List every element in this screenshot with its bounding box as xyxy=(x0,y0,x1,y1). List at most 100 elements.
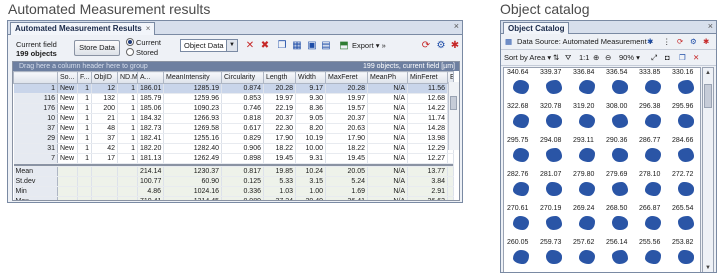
catalog-object[interactable]: 336.54 xyxy=(604,69,636,102)
table-row[interactable]: 1 New 1 12 1 186.01 1285.19 0.874 20.28 9.17 20.28… xyxy=(13,83,454,94)
catalog-object[interactable]: 266.87 xyxy=(637,205,669,238)
catalog-extra-icon[interactable]: ✱ xyxy=(703,34,709,49)
catalog-close-icon[interactable]: × xyxy=(708,21,713,31)
column-header[interactable]: MeanPh xyxy=(367,71,408,84)
catalog-object[interactable]: 319.20 xyxy=(571,103,603,136)
catalog-object[interactable]: 290.36 xyxy=(604,137,636,170)
image-icon[interactable]: ▣ xyxy=(306,40,318,52)
column-header[interactable]: ND.M xyxy=(117,71,138,84)
catalog-object[interactable]: 333.85 xyxy=(637,69,669,102)
export-menu[interactable]: Export ▾ » xyxy=(352,40,386,52)
table-row[interactable]: 37 New 1 48 1 182.73 1269.58 0.617 22.30 8.20 20.6… xyxy=(13,123,454,134)
options-icon[interactable]: ✱ xyxy=(449,40,461,52)
catalog-object[interactable]: 270.61 xyxy=(505,205,537,238)
zoom-percent-select[interactable]: 90% ▾ xyxy=(619,50,640,65)
results-tab[interactable]: Automated Measurement Results × xyxy=(10,22,156,35)
scroll-up-icon[interactable]: ▲ xyxy=(703,68,713,78)
column-header[interactable]: MeanIntensity xyxy=(163,71,222,84)
object-data-select[interactable]: Object Data ▼ xyxy=(180,39,238,52)
refresh-icon[interactable]: ⟳ xyxy=(420,40,432,52)
catalog-object[interactable]: 336.84 xyxy=(571,69,603,102)
tab-close-icon[interactable]: × xyxy=(146,24,151,33)
catalog-tab[interactable]: Object Catalog xyxy=(503,22,570,34)
catalog-object[interactable]: 260.05 xyxy=(505,239,537,272)
fit-icon[interactable]: ⤢ xyxy=(651,50,657,65)
data-source-select[interactable]: Data Source: Automated Measurement ▾ xyxy=(517,34,653,49)
catalog-object[interactable]: 253.82 xyxy=(670,239,700,272)
chart-icon[interactable]: ▦ xyxy=(291,40,303,52)
catalog-object[interactable]: 330.16 xyxy=(670,69,700,102)
delete-all-icon[interactable]: ✖ xyxy=(259,40,271,52)
catalog-more-icon[interactable]: ⋮ xyxy=(663,34,671,49)
column-header[interactable]: Length xyxy=(263,71,296,84)
scroll-down-icon[interactable]: ▼ xyxy=(703,263,713,272)
column-header[interactable]: A... xyxy=(137,71,164,84)
catalog-settings-icon[interactable]: ⚙ xyxy=(690,34,697,49)
table-row[interactable]: 31 New 1 42 1 182.20 1282.40 0.906 18.22 10.00 18.… xyxy=(13,143,454,154)
table-icon[interactable]: ▤ xyxy=(320,40,332,52)
filter-icon[interactable]: ⛛ xyxy=(565,50,571,65)
catalog-object[interactable]: 265.54 xyxy=(670,205,700,238)
catalog-object[interactable]: 339.37 xyxy=(538,69,570,102)
column-header[interactable]: ObjID xyxy=(91,71,118,84)
table-row[interactable]: 10 New 1 21 1 184.32 1266.93 0.818 20.37 9.05 20.3… xyxy=(13,113,454,124)
catalog-object[interactable]: 257.62 xyxy=(571,239,603,272)
column-header[interactable]: F... xyxy=(77,71,92,84)
zoom-ratio[interactable]: 1:1 xyxy=(579,50,589,65)
catalog-object[interactable]: 295.75 xyxy=(505,137,537,170)
column-header[interactable]: So... xyxy=(57,71,78,84)
catalog-object[interactable]: 296.38 xyxy=(637,103,669,136)
catalog-object[interactable]: 268.50 xyxy=(604,205,636,238)
results-scrollbar[interactable] xyxy=(448,82,459,150)
table-row[interactable]: 7 New 1 17 1 181.13 1262.49 0.898 19.45 9.31 19.45… xyxy=(13,153,454,164)
catalog-scroll-thumb[interactable] xyxy=(704,84,712,108)
catalog-object[interactable]: 272.72 xyxy=(670,171,700,204)
camera-icon[interactable]: ◘ xyxy=(665,50,670,65)
scroll-thumb[interactable] xyxy=(450,96,457,110)
catalog-object[interactable]: 269.24 xyxy=(571,205,603,238)
column-header[interactable]: Circularity xyxy=(221,71,264,84)
catalog-object[interactable]: 340.64 xyxy=(505,69,537,102)
catalog-scrollbar[interactable]: ▲ ▼ xyxy=(702,67,714,272)
catalog-object[interactable]: 279.69 xyxy=(604,171,636,204)
catalog-object[interactable]: 270.19 xyxy=(538,205,570,238)
copy-icon[interactable]: ❐ xyxy=(276,40,288,52)
catalog-refresh-icon[interactable]: ⟳ xyxy=(677,34,683,49)
catalog-object[interactable]: 294.08 xyxy=(538,137,570,170)
zoom-out-icon[interactable]: ⊖ xyxy=(605,50,611,65)
catalog-object[interactable]: 286.77 xyxy=(637,137,669,170)
export-icon[interactable]: ⬒ xyxy=(338,40,350,52)
catalog-object[interactable]: 281.07 xyxy=(538,171,570,204)
catalog-object[interactable]: 279.80 xyxy=(571,171,603,204)
radio-current[interactable]: Current xyxy=(126,38,161,47)
table-row[interactable]: 29 New 1 37 1 182.41 1255.16 0.829 17.90 10.19 17.… xyxy=(13,133,454,144)
table-row[interactable]: 116 New 1 132 1 185.79 1259.96 0.853 19.97 9.30 19… xyxy=(13,93,454,104)
catalog-object[interactable]: 259.73 xyxy=(538,239,570,272)
sort-select[interactable]: Sort by Area ▾ xyxy=(504,50,551,65)
catalog-object[interactable]: 320.78 xyxy=(538,103,570,136)
column-header[interactable]: MaxFeret xyxy=(325,71,368,84)
catalog-object[interactable]: 308.00 xyxy=(604,103,636,136)
zoom-in-icon[interactable]: ⊕ xyxy=(593,50,599,65)
catalog-delete-icon[interactable]: ✕ xyxy=(693,50,699,65)
catalog-object[interactable]: 322.68 xyxy=(505,103,537,136)
catalog-object[interactable]: 295.96 xyxy=(670,103,700,136)
delete-icon[interactable]: ✕ xyxy=(244,40,256,52)
catalog-object[interactable]: 278.10 xyxy=(637,171,669,204)
panel-close-icon[interactable]: × xyxy=(454,21,459,31)
column-header[interactable]: Width xyxy=(295,71,326,84)
settings-icon[interactable]: ⚙ xyxy=(435,40,447,52)
catalog-object[interactable]: 293.11 xyxy=(571,137,603,170)
catalog-object[interactable]: 284.66 xyxy=(670,137,700,170)
sort-direction-icon[interactable]: ⇅ xyxy=(553,50,559,65)
catalog-object[interactable]: 255.56 xyxy=(637,239,669,272)
catalog-object[interactable]: 282.76 xyxy=(505,171,537,204)
store-data-button[interactable]: Store Data xyxy=(74,40,120,56)
catalog-options-icon[interactable]: ✱ xyxy=(647,34,653,49)
table-row[interactable]: 176 New 1 200 1 185.06 1090.23 0.746 22.19 8.36 19… xyxy=(13,103,454,114)
radio-stored[interactable]: Stored xyxy=(126,48,158,57)
group-bar[interactable]: Drag here a column header here to group … xyxy=(13,62,459,71)
column-header[interactable]: MinFeret xyxy=(407,71,448,84)
catalog-object[interactable]: 256.14 xyxy=(604,239,636,272)
column-header-rownum[interactable] xyxy=(13,71,58,84)
